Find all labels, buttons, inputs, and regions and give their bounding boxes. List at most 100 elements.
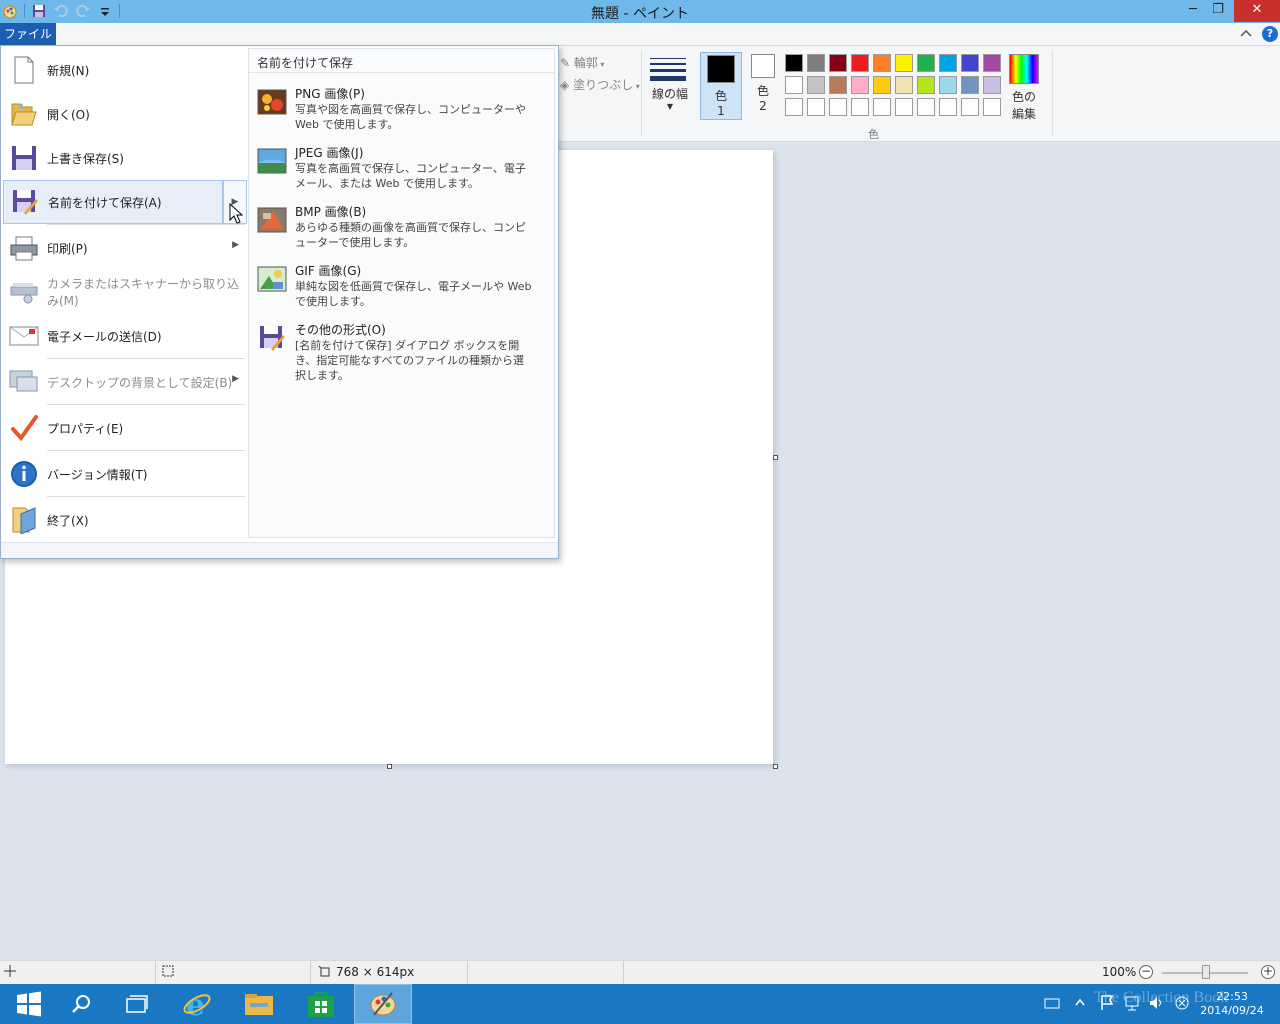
format-description: 写真や図を高画質で保存し、コンピューターや Web で使用します。 [295,103,526,131]
zoom-in-button[interactable]: + [1261,965,1275,979]
mouse-cursor-icon [229,202,244,228]
search-button[interactable] [52,984,110,1024]
png-image-icon [257,87,287,117]
other-formats-icon [257,323,287,353]
palette-color-swatch[interactable] [895,76,913,94]
color1-swatch [707,55,735,83]
palette-color-swatch[interactable] [807,54,825,72]
palette-color-swatch[interactable] [851,98,869,116]
system-clock[interactable]: 22:53 2014/09/24 [1196,990,1268,1018]
palette-color-swatch[interactable] [873,98,891,116]
palette-color-swatch[interactable] [917,76,935,94]
save-as-png[interactable]: PNG 画像(P) 写真や図を高画質で保存し、コンピューターや Web で使用し… [255,85,545,143]
size-button[interactable]: 線の幅 ▼ [648,54,688,111]
fill-bucket-icon: ◈ [560,78,574,92]
resize-handle-bottom[interactable] [387,764,392,769]
palette-color-swatch[interactable] [939,54,957,72]
palette-color-swatch[interactable] [785,98,803,116]
palette-color-swatch[interactable] [983,54,1001,72]
menu-item-properties[interactable]: プロパティ(E) [3,406,247,450]
resize-handle-right[interactable] [773,455,778,460]
menu-item-save-as[interactable]: 名前を付けて保存(A) [3,180,223,224]
palette-color-swatch[interactable] [895,98,913,116]
palette-color-swatch[interactable] [961,76,979,94]
format-name: PNG 画像(P) [295,87,365,101]
palette-color-swatch[interactable] [961,98,979,116]
wifi-disconnected-icon[interactable] [1174,995,1190,1024]
palette-color-swatch[interactable] [785,54,803,72]
jpeg-image-icon [257,146,287,176]
format-name: その他の形式(O) [295,323,386,337]
edit-colors-button[interactable]: 色の 編集 [1008,54,1040,122]
menu-item-print[interactable]: 印刷(P) ▶ [3,226,247,270]
palette-color-swatch[interactable] [983,98,1001,116]
file-explorer-button[interactable] [230,984,288,1024]
internet-explorer-button[interactable]: e [168,984,226,1024]
menu-separator [47,224,245,225]
format-description: 単純な図を低画質で保存し、電子メールや Web で使用します。 [295,280,532,308]
menu-item-new[interactable]: 新規(N) [3,48,247,92]
tab-file[interactable]: ファイル [0,23,56,46]
show-hidden-icons-icon[interactable] [1074,996,1086,1024]
menu-item-label: 終了(X) [47,513,89,528]
task-view-button[interactable] [108,984,166,1024]
gif-image-icon [257,264,287,294]
paint-taskbar-button[interactable] [354,984,412,1024]
zoom-out-button[interactable]: − [1139,965,1153,979]
close-button[interactable]: ✕ [1234,0,1280,22]
help-icon[interactable]: ? [1262,26,1278,42]
menu-separator [47,496,245,497]
store-button[interactable] [292,984,350,1024]
palette-color-swatch[interactable] [785,76,803,94]
color2-button[interactable]: 色 2 [742,52,784,120]
keyboard-icon[interactable] [1044,996,1060,1024]
palette-color-swatch[interactable] [917,98,935,116]
palette-color-swatch[interactable] [829,98,847,116]
restore-button[interactable]: ❐ [1203,0,1233,22]
menu-item-set-desktop[interactable]: デスクトップの背景として設定(B) ▶ [3,360,247,404]
menu-separator [47,450,245,451]
submenu-header: 名前を付けて保存 [249,49,554,73]
outline-dropdown[interactable]: ✎ 輪郭 ▾ [560,54,604,71]
menu-item-label: 印刷(P) [47,241,88,256]
printer-icon [9,233,39,263]
palette-color-swatch[interactable] [873,76,891,94]
colors-group-label: 色 [868,128,879,141]
color1-button[interactable]: 色 1 [700,52,742,120]
palette-color-swatch[interactable] [873,54,891,72]
menu-item-open[interactable]: 開く(O) [3,92,247,136]
palette-color-swatch[interactable] [939,98,957,116]
palette-color-swatch[interactable] [939,76,957,94]
volume-icon[interactable] [1148,995,1164,1024]
zoom-slider-thumb[interactable] [1202,965,1210,979]
resize-handle-corner[interactable] [773,764,778,769]
selection-size-icon [162,965,174,980]
palette-color-swatch[interactable] [983,76,1001,94]
color-palette [784,53,1004,119]
palette-color-swatch[interactable] [829,54,847,72]
network-icon[interactable] [1124,995,1140,1024]
action-center-flag-icon[interactable] [1100,995,1114,1024]
save-as-submenu: 名前を付けて保存 PNG 画像(P) 写真や図を高画質で保存し、コンピューターや… [248,48,555,538]
fill-dropdown[interactable]: ◈ 塗りつぶし ▾ [560,76,640,93]
save-as-other-formats[interactable]: その他の形式(O) [名前を付けて保存] ダイアログ ボックスを開き、指定可能な… [255,321,545,382]
menu-item-save[interactable]: 上書き保存(S) [3,136,247,180]
start-button[interactable] [0,984,58,1024]
palette-color-swatch[interactable] [829,76,847,94]
palette-color-swatch[interactable] [807,98,825,116]
svg-text:e: e [186,989,205,1019]
save-as-jpeg[interactable]: JPEG 画像(J) 写真を高画質で保存し、コンピューター、電子メール、または … [255,144,545,202]
palette-color-swatch[interactable] [851,76,869,94]
palette-color-swatch[interactable] [807,76,825,94]
save-as-gif[interactable]: GIF 画像(G) 単純な図を低画質で保存し、電子メールや Web で使用します… [255,262,545,320]
menu-item-scanner[interactable]: カメラまたはスキャナーから取り込み(M) [3,270,247,314]
palette-color-swatch[interactable] [917,54,935,72]
ribbon-collapse-icon[interactable] [1240,26,1252,44]
menu-item-exit[interactable]: 終了(X) [3,498,247,542]
menu-item-email[interactable]: 電子メールの送信(D) [3,314,247,358]
palette-color-swatch[interactable] [851,54,869,72]
menu-item-about[interactable]: バージョン情報(T) [3,452,247,496]
palette-color-swatch[interactable] [961,54,979,72]
palette-color-swatch[interactable] [895,54,913,72]
save-as-bmp[interactable]: BMP 画像(B) あらゆる種類の画像を高画質で保存し、コンピューターで使用しま… [255,203,545,261]
